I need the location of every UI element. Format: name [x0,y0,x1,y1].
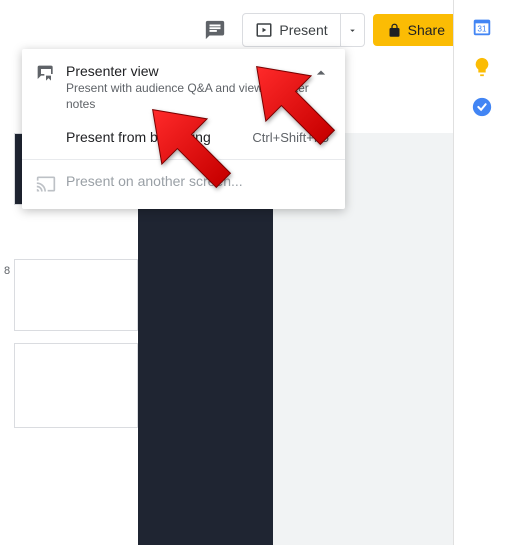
tasks-addon-button[interactable] [471,96,493,118]
slide-thumbnail[interactable] [14,259,138,331]
comment-icon [204,19,226,41]
slide-thumbnail[interactable] [14,343,138,428]
svg-text:31: 31 [477,25,487,34]
present-label: Present [279,22,327,38]
chevron-down-icon [347,25,358,36]
annotation-arrow [232,42,352,165]
calendar-addon-button[interactable]: 31 [471,16,493,38]
share-label: Share [408,22,445,38]
annotation-arrow [128,85,248,208]
keep-addon-button[interactable] [471,56,493,78]
side-panel: 31 [453,0,509,545]
play-presentation-icon [255,21,273,39]
presenter-view-icon [36,64,56,84]
tasks-icon [471,96,493,118]
lock-icon [387,23,402,38]
slide-number: 8 [4,265,10,277]
calendar-icon: 31 [471,16,493,38]
share-button[interactable]: Share [373,14,459,46]
cast-icon [36,174,56,194]
comments-button[interactable] [196,11,234,49]
keep-icon [471,56,493,78]
